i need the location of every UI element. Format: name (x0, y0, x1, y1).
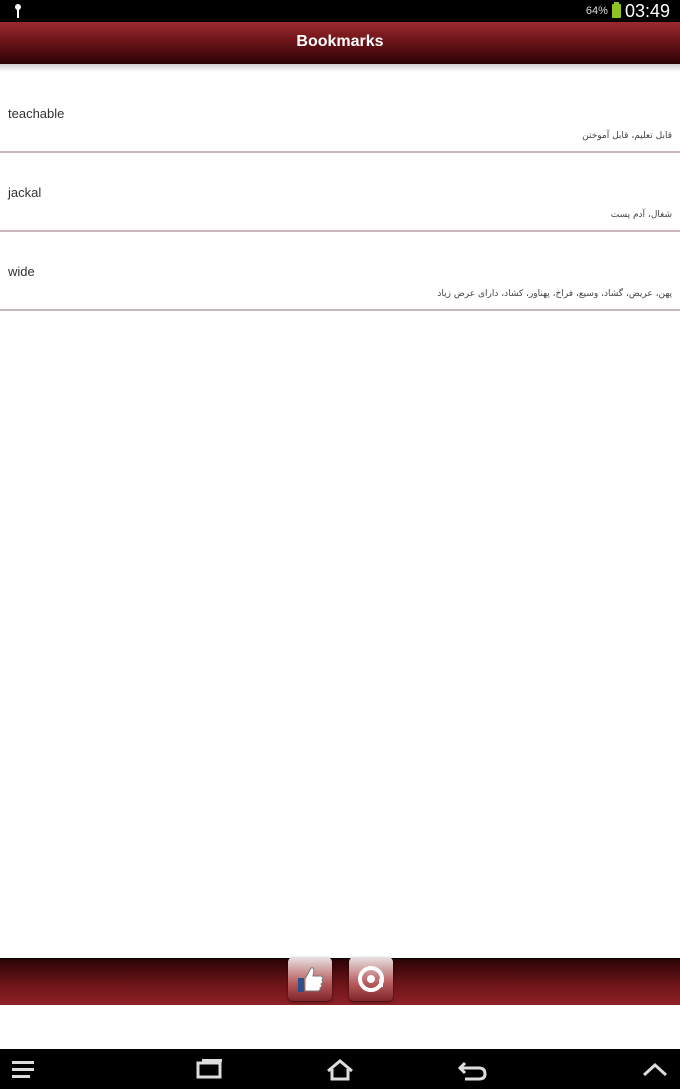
title-shadow (0, 64, 680, 72)
bookmark-item[interactable]: wide پهن، عریض، گشاد، وسیع، فراخ، پهناور… (0, 234, 680, 311)
back-icon[interactable] (455, 1055, 489, 1083)
bookmark-item[interactable]: teachable قابل تعلیم، قابل آموختن (0, 76, 680, 153)
home-icon[interactable] (323, 1055, 357, 1083)
share-icon (358, 966, 384, 992)
bookmark-word: teachable (8, 106, 65, 121)
share-button[interactable] (349, 957, 393, 1001)
chevron-up-icon[interactable] (638, 1055, 672, 1083)
battery-percent: 64% (585, 5, 608, 17)
bookmark-list: teachable قابل تعلیم، قابل آموختن jackal… (0, 76, 680, 313)
recent-apps-icon[interactable] (192, 1055, 226, 1083)
menu-icon[interactable] (8, 1055, 42, 1083)
bookmark-meaning: پهن، عریض، گشاد، وسیع، فراخ، پهناور، کشا… (437, 289, 672, 299)
like-button[interactable] (288, 957, 332, 1001)
clock: 03:49 (624, 0, 670, 21)
page-title: Bookmarks (296, 33, 384, 50)
bookmark-item[interactable]: jackal شغال، آدم پست (0, 155, 680, 232)
bookmark-word: jackal (8, 185, 42, 200)
bookmark-meaning: قابل تعلیم، قابل آموختن (582, 131, 672, 141)
title-bar: Bookmarks (0, 22, 680, 65)
like-icon (298, 967, 324, 992)
bookmark-word: wide (8, 264, 35, 279)
usb-icon (15, 4, 21, 18)
navigation-bar (0, 1049, 680, 1089)
status-bar: 64% 03:49 (0, 0, 680, 22)
bottom-toolbar (0, 957, 680, 1005)
bookmark-meaning: شغال، آدم پست (610, 210, 672, 220)
battery-icon (611, 2, 621, 18)
